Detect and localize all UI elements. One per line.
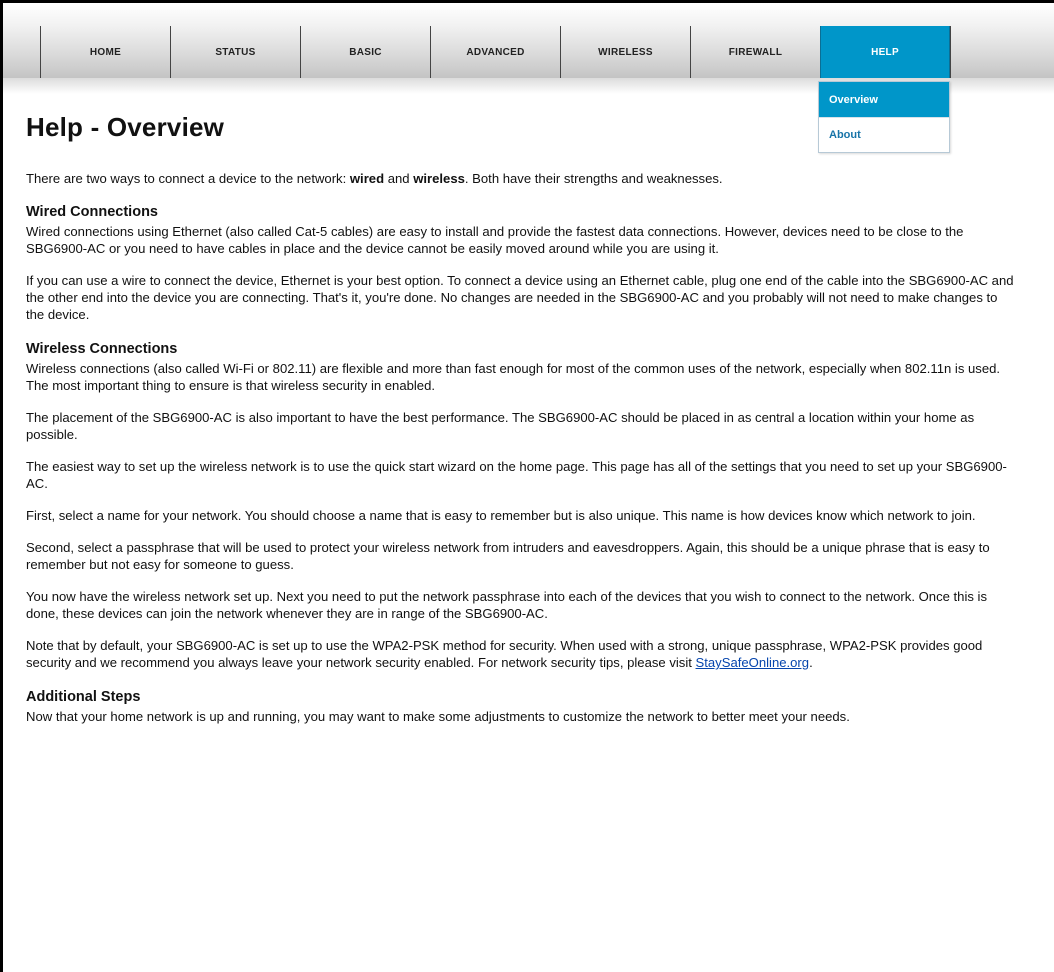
main-nav: HOME STATUS BASIC ADVANCED WIRELESS FIRE… [40,26,1054,78]
nav-status[interactable]: STATUS [170,26,300,78]
intro-suffix: . Both have their strengths and weakness… [464,171,723,186]
wireless-paragraph-6: You now have the wireless network set up… [26,589,988,621]
page-title: Help - Overview [26,112,225,142]
additional-paragraph-1: Now that your home network is up and run… [26,709,850,724]
wireless-paragraph-2: The placement of the SBG6900-AC is also … [26,410,975,442]
wireless-paragraph-1: Wireless connections (also called Wi-Fi … [26,361,1001,393]
wired-paragraph-1: Wired connections using Ethernet (also c… [26,224,964,256]
main-content: Help - Overview There are two ways to co… [26,112,1016,740]
intro-wired: wired [349,171,385,186]
wireless-paragraph-3: The easiest way to set up the wireless n… [26,459,1007,491]
nav-spacer [950,26,1054,78]
additional-heading: Additional Steps [26,689,141,705]
intro-and: and [384,171,414,186]
nav-help[interactable]: HELP [820,26,950,78]
nav-basic[interactable]: BASIC [300,26,430,78]
security-note-text: Note that by default, your SBG6900-AC is… [26,638,983,670]
nav-wireless[interactable]: WIRELESS [560,26,690,78]
wired-heading: Wired Connections [26,204,158,220]
security-note-end: . [809,655,813,670]
wired-paragraph-2: If you can use a wire to connect the dev… [26,273,1014,322]
wireless-paragraph-7: Note that by default, your SBG6900-AC is… [26,637,1016,671]
intro-prefix: There are two ways to connect a device t… [26,171,350,186]
staysafeonline-link[interactable]: StaySafeOnline.org [696,655,810,670]
nav-advanced[interactable]: ADVANCED [430,26,560,78]
nav-firewall[interactable]: FIREWALL [690,26,820,78]
intro-paragraph: There are two ways to connect a device t… [26,170,1016,187]
nav-home[interactable]: HOME [40,26,170,78]
intro-wireless: wireless [413,171,465,186]
wireless-paragraph-4: First, select a name for your network. Y… [26,508,976,523]
wireless-heading: Wireless Connections [26,341,178,357]
wireless-paragraph-5: Second, select a passphrase that will be… [26,540,990,572]
